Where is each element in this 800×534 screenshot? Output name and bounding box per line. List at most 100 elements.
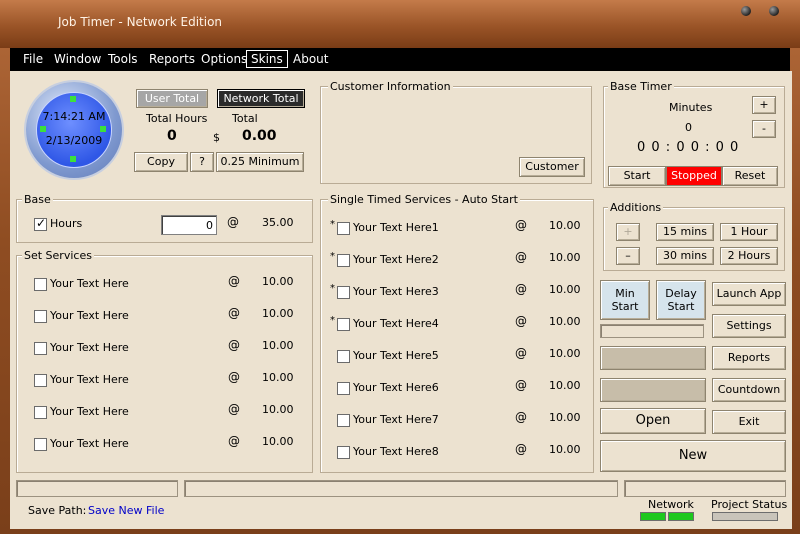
base-timer-title: Base Timer: [608, 80, 674, 93]
menu-reports[interactable]: Reports: [145, 51, 199, 67]
set-service-checkbox[interactable]: [34, 374, 47, 387]
hours-input-value: 0: [206, 219, 213, 232]
close-knob-icon[interactable]: [769, 6, 779, 16]
window-title: Job Timer - Network Edition: [58, 15, 223, 29]
additions-minus-button[interactable]: –: [616, 247, 640, 265]
reports-button[interactable]: Reports: [712, 346, 786, 370]
minutes-label: Minutes: [669, 101, 713, 114]
at-sign: @: [515, 250, 527, 264]
timed-service-checkbox[interactable]: [337, 254, 350, 267]
checkmark-icon: ✓: [36, 216, 47, 230]
minimize-knob-icon[interactable]: [741, 6, 751, 16]
hours-checkbox[interactable]: ✓: [34, 216, 47, 231]
timed-service-checkbox[interactable]: [337, 414, 350, 427]
timer-start-button[interactable]: Start: [608, 166, 666, 186]
status-field: [624, 480, 786, 497]
timed-service-rate: 10.00: [549, 219, 581, 232]
add-30-mins-button[interactable]: 30 mins: [656, 247, 714, 265]
menu-file[interactable]: File: [19, 51, 47, 67]
at-sign: @: [515, 410, 527, 424]
save-path-link[interactable]: Save New File: [88, 504, 164, 517]
help-button[interactable]: ?: [190, 152, 214, 172]
timed-service-label: Your Text Here5: [353, 349, 439, 362]
timed-service-checkbox[interactable]: [337, 350, 350, 363]
at-sign: @: [228, 306, 240, 320]
set-service-checkbox[interactable]: [34, 310, 47, 323]
copy-button[interactable]: Copy: [134, 152, 188, 172]
auto-start-marker: *: [330, 251, 335, 262]
delay-start-button[interactable]: Delay Start: [656, 280, 706, 320]
menu-skins[interactable]: Skins: [246, 50, 288, 68]
at-sign: @: [515, 346, 527, 360]
clock-marker-icon: [40, 126, 46, 132]
settings-button[interactable]: Settings: [712, 314, 786, 338]
hours-label: Hours: [50, 217, 83, 230]
auto-start-marker: *: [330, 315, 335, 326]
timed-service-checkbox[interactable]: [337, 318, 350, 331]
project-status-label: Project Status: [711, 498, 788, 511]
set-service-rate: 10.00: [262, 435, 294, 448]
add-2-hours-button[interactable]: 2 Hours: [720, 247, 778, 265]
countdown-button[interactable]: Countdown: [712, 378, 786, 402]
exit-button[interactable]: Exit: [712, 410, 786, 434]
total-hours-value: 0: [167, 128, 177, 144]
clock: 7:14:21 AM 2/13/2009: [26, 82, 122, 178]
timed-service-rate: 10.00: [549, 411, 581, 424]
timed-service-checkbox[interactable]: [337, 382, 350, 395]
set-service-label: Your Text Here: [50, 373, 129, 386]
timed-service-rate: 10.00: [549, 347, 581, 360]
set-service-checkbox[interactable]: [34, 406, 47, 419]
additions-plus-button[interactable]: +: [616, 223, 640, 241]
set-service-rate: 10.00: [262, 339, 294, 352]
timed-service-rate: 10.00: [549, 315, 581, 328]
customer-info-title: Customer Information: [328, 80, 453, 93]
set-service-rate: 10.00: [262, 371, 294, 384]
set-services-title: Set Services: [22, 249, 94, 262]
set-service-label: Your Text Here: [50, 405, 129, 418]
at-sign: @: [515, 378, 527, 392]
total-hours-label: Total Hours: [146, 112, 208, 125]
timed-service-checkbox[interactable]: [337, 286, 350, 299]
total-amount-value: 0.00: [242, 128, 277, 144]
timed-service-checkbox[interactable]: [337, 446, 350, 459]
timed-service-label: Your Text Here3: [353, 285, 439, 298]
new-button[interactable]: New: [600, 440, 786, 472]
timed-service-checkbox[interactable]: [337, 222, 350, 235]
minutes-minus-button[interactable]: -: [752, 120, 776, 138]
customer-button[interactable]: Customer: [519, 157, 585, 177]
set-service-label: Your Text Here: [50, 341, 129, 354]
disabled-button: [600, 378, 706, 402]
hours-input[interactable]: 0: [161, 215, 217, 235]
set-service-label: Your Text Here: [50, 277, 129, 290]
menu-window[interactable]: Window: [50, 51, 105, 67]
base-title: Base: [22, 193, 53, 206]
menu-tools[interactable]: Tools: [104, 51, 142, 67]
set-service-checkbox[interactable]: [34, 438, 47, 451]
timed-services-title: Single Timed Services - Auto Start: [328, 193, 520, 206]
menu-options[interactable]: Options: [197, 51, 251, 67]
status-field: [16, 480, 178, 497]
at-sign: @: [515, 314, 527, 328]
add-15-mins-button[interactable]: 15 mins: [656, 223, 714, 241]
at-sign: @: [515, 218, 527, 232]
menu-about[interactable]: About: [289, 51, 332, 67]
set-service-label: Your Text Here: [50, 437, 129, 450]
timer-display: 0 0 : 0 0 : 0 0: [637, 140, 740, 155]
set-service-checkbox[interactable]: [34, 278, 47, 291]
user-total-button[interactable]: User Total: [136, 89, 208, 108]
min-start-button[interactable]: Min Start: [600, 280, 650, 320]
clock-time: 7:14:21 AM: [42, 110, 106, 123]
clock-marker-icon: [70, 96, 76, 102]
timer-status-badge: Stopped: [666, 166, 722, 186]
minutes-plus-button[interactable]: +: [752, 96, 776, 114]
set-service-checkbox[interactable]: [34, 342, 47, 355]
minimum-button[interactable]: 0.25 Minimum: [216, 152, 304, 172]
open-button[interactable]: Open: [600, 408, 706, 434]
set-service-rate: 10.00: [262, 275, 294, 288]
timed-service-label: Your Text Here4: [353, 317, 439, 330]
timer-reset-button[interactable]: Reset: [722, 166, 778, 186]
launch-app-button[interactable]: Launch App: [712, 282, 786, 306]
network-total-button[interactable]: Network Total: [217, 89, 305, 108]
timed-service-label: Your Text Here8: [353, 445, 439, 458]
add-1-hour-button[interactable]: 1 Hour: [720, 223, 778, 241]
